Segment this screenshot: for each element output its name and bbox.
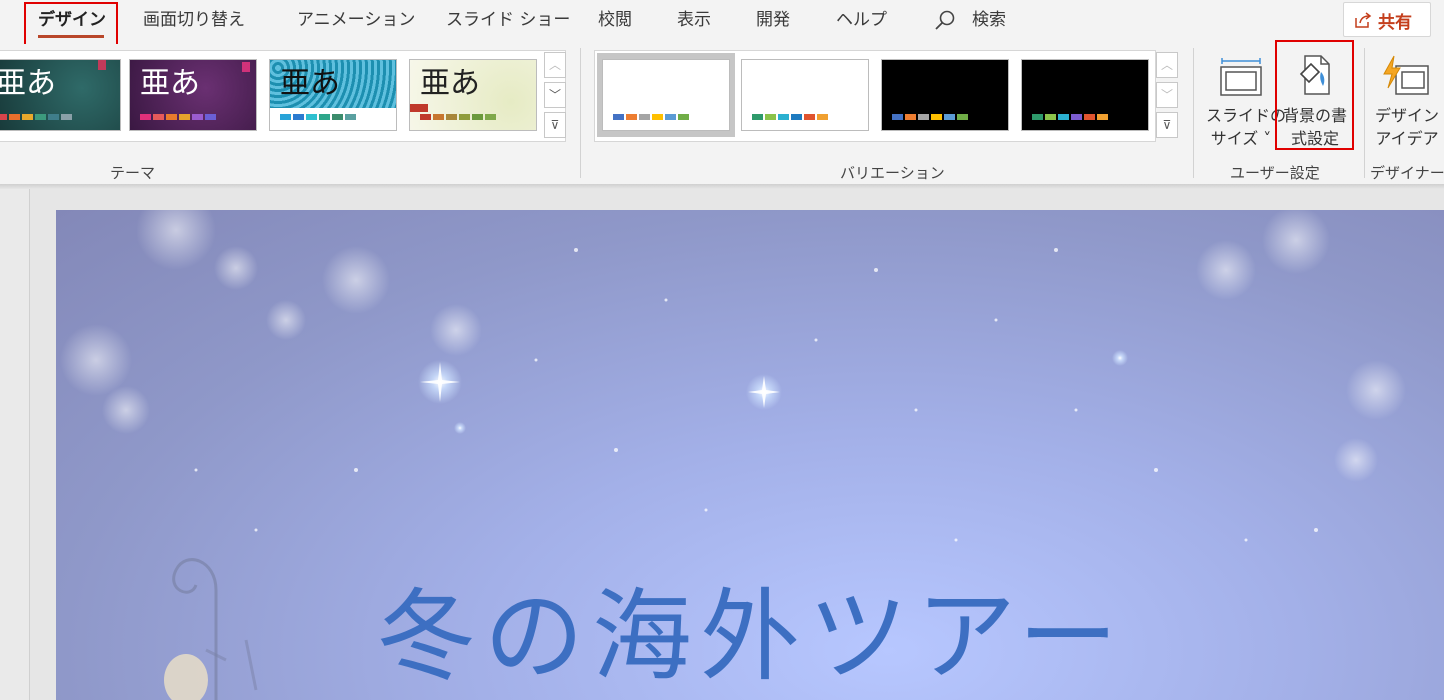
variation-thumbnail[interactable] bbox=[881, 59, 1009, 131]
theme-color-swatches bbox=[280, 114, 356, 120]
tab-animations[interactable]: アニメーション bbox=[297, 0, 415, 44]
share-label: 共有 bbox=[1378, 13, 1412, 33]
designer-group-label: デザイナー bbox=[1370, 164, 1444, 182]
theme-thumbnail[interactable]: 亜あ bbox=[269, 59, 397, 131]
theme-thumbnail[interactable]: 亜あ bbox=[0, 59, 121, 131]
ribbon-design: 亜あ 亜あ 亜あ 亜あ ︿ ﹀ ⊽ テーマ ︿ ﹀ ⊽ バリエーション スライド… bbox=[0, 40, 1444, 185]
user-settings-group-label: ユーザー設定 bbox=[1230, 164, 1320, 182]
slide-size-label-line1: スライドの bbox=[1206, 106, 1287, 125]
theme-sample-text: 亜あ bbox=[280, 66, 340, 101]
group-separator bbox=[1364, 48, 1365, 178]
design-ideas-label-line1: デザイン bbox=[1374, 106, 1439, 125]
theme-color-swatches bbox=[420, 114, 496, 120]
variations-gallery bbox=[594, 50, 1156, 142]
variation-color-swatches bbox=[752, 114, 828, 120]
slide-title[interactable]: 冬の海外ツアー bbox=[376, 555, 1126, 700]
theme-sample-text: 亜あ bbox=[0, 66, 56, 101]
slide-size-label-line2: サイズ ˅ bbox=[1210, 129, 1272, 148]
share-icon bbox=[1355, 12, 1372, 28]
theme-accent-tab bbox=[410, 104, 428, 112]
variation-color-swatches bbox=[613, 114, 689, 120]
themes-gallery: 亜あ 亜あ 亜あ 亜あ bbox=[0, 50, 566, 142]
themes-more-button[interactable]: ⊽ bbox=[544, 112, 566, 138]
tab-slideshow[interactable]: スライド ショー bbox=[446, 0, 570, 44]
design-ideas-label-line2: アイデア bbox=[1375, 129, 1439, 148]
highlight-box-design-tab bbox=[24, 2, 118, 46]
search-icon[interactable] bbox=[934, 10, 956, 32]
variation-color-swatches bbox=[892, 114, 968, 120]
tab-transitions[interactable]: 画面切り替え bbox=[143, 0, 245, 44]
design-ideas-icon bbox=[1383, 55, 1429, 95]
group-separator bbox=[580, 48, 581, 178]
slide-size-button[interactable]: スライドの サイズ ˅ bbox=[1204, 48, 1287, 156]
variation-thumbnail[interactable] bbox=[1021, 59, 1149, 131]
theme-color-swatches bbox=[0, 114, 72, 120]
variations-group-label: バリエーション bbox=[840, 164, 945, 182]
tab-help[interactable]: ヘルプ bbox=[836, 0, 887, 44]
theme-accent-tab bbox=[98, 60, 106, 70]
slide-canvas[interactable]: 冬の海外ツアー bbox=[56, 210, 1444, 700]
ribbon-tab-bar: デザイン 画面切り替え アニメーション スライド ショー 校閲 表示 開発 ヘル… bbox=[0, 0, 1444, 46]
theme-sample-text: 亜あ bbox=[140, 66, 200, 101]
theme-thumbnail[interactable]: 亜あ bbox=[129, 59, 257, 131]
thumbnail-pane-edge bbox=[0, 189, 30, 700]
variation-thumbnail[interactable] bbox=[602, 59, 730, 131]
design-ideas-button[interactable]: デザイン アイデア bbox=[1370, 48, 1444, 156]
themes-scroll-up-button[interactable]: ︿ bbox=[544, 52, 566, 78]
themes-scroll-down-button[interactable]: ﹀ bbox=[544, 82, 566, 108]
theme-sample-text: 亜あ bbox=[420, 66, 480, 101]
tab-view[interactable]: 表示 bbox=[677, 0, 711, 44]
variations-more-button[interactable]: ⊽ bbox=[1156, 112, 1178, 138]
tab-developer[interactable]: 開発 bbox=[756, 0, 790, 44]
variations-scroll-up-button[interactable]: ︿ bbox=[1156, 52, 1178, 78]
theme-thumbnail[interactable]: 亜あ bbox=[409, 59, 537, 131]
tab-review[interactable]: 校閲 bbox=[598, 0, 632, 44]
highlight-box-format-background bbox=[1275, 40, 1354, 150]
variation-thumbnail[interactable] bbox=[741, 59, 869, 131]
variations-scroll-down-button[interactable]: ﹀ bbox=[1156, 82, 1178, 108]
themes-group-label: テーマ bbox=[110, 164, 156, 182]
search-label[interactable]: 検索 bbox=[972, 0, 1006, 44]
group-separator bbox=[1193, 48, 1194, 178]
theme-color-swatches bbox=[140, 114, 216, 120]
slide-size-icon bbox=[1220, 58, 1262, 96]
theme-accent-tab bbox=[242, 62, 250, 72]
share-button[interactable]: 共有 bbox=[1343, 2, 1431, 37]
variation-color-swatches bbox=[1032, 114, 1108, 120]
